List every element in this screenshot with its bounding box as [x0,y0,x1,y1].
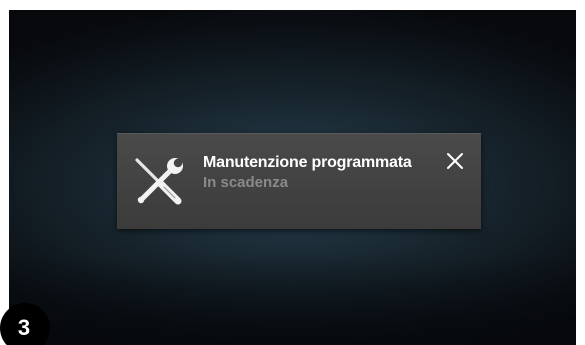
device-screen: Manutenzione programmata In scadenza [9,10,576,345]
wrench-screwdriver-icon [135,158,183,205]
page: Manutenzione programmata In scadenza 3 [0,0,585,345]
step-number-badge: 3 [0,303,50,345]
screen-floor-shade [9,255,576,345]
notification-subtitle: In scadenza [203,174,289,191]
maintenance-notification[interactable]: Manutenzione programmata In scadenza [117,133,481,229]
close-icon[interactable] [443,149,467,173]
notification-title: Manutenzione programmata [203,154,412,171]
